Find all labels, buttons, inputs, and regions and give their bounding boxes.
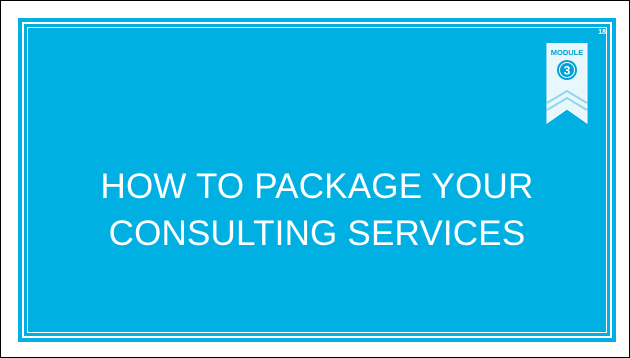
slide-title-line-2: CONSULTING SERVICES [108,214,526,253]
slide: 18 MODULE 3 HOW TO PACKAGE YOUR CONSULTI… [18,18,616,342]
module-badge-label: MODULE [551,48,584,57]
slide-frame: 18 MODULE 3 HOW TO PACKAGE YOUR CONSULTI… [0,0,630,358]
module-badge-number: 3 [564,64,571,78]
slide-title: HOW TO PACKAGE YOUR CONSULTING SERVICES [18,163,616,257]
module-ribbon-icon: MODULE 3 [546,43,588,124]
slide-number: 18 [598,29,606,36]
slide-title-line-1: HOW TO PACKAGE YOUR [100,167,534,206]
